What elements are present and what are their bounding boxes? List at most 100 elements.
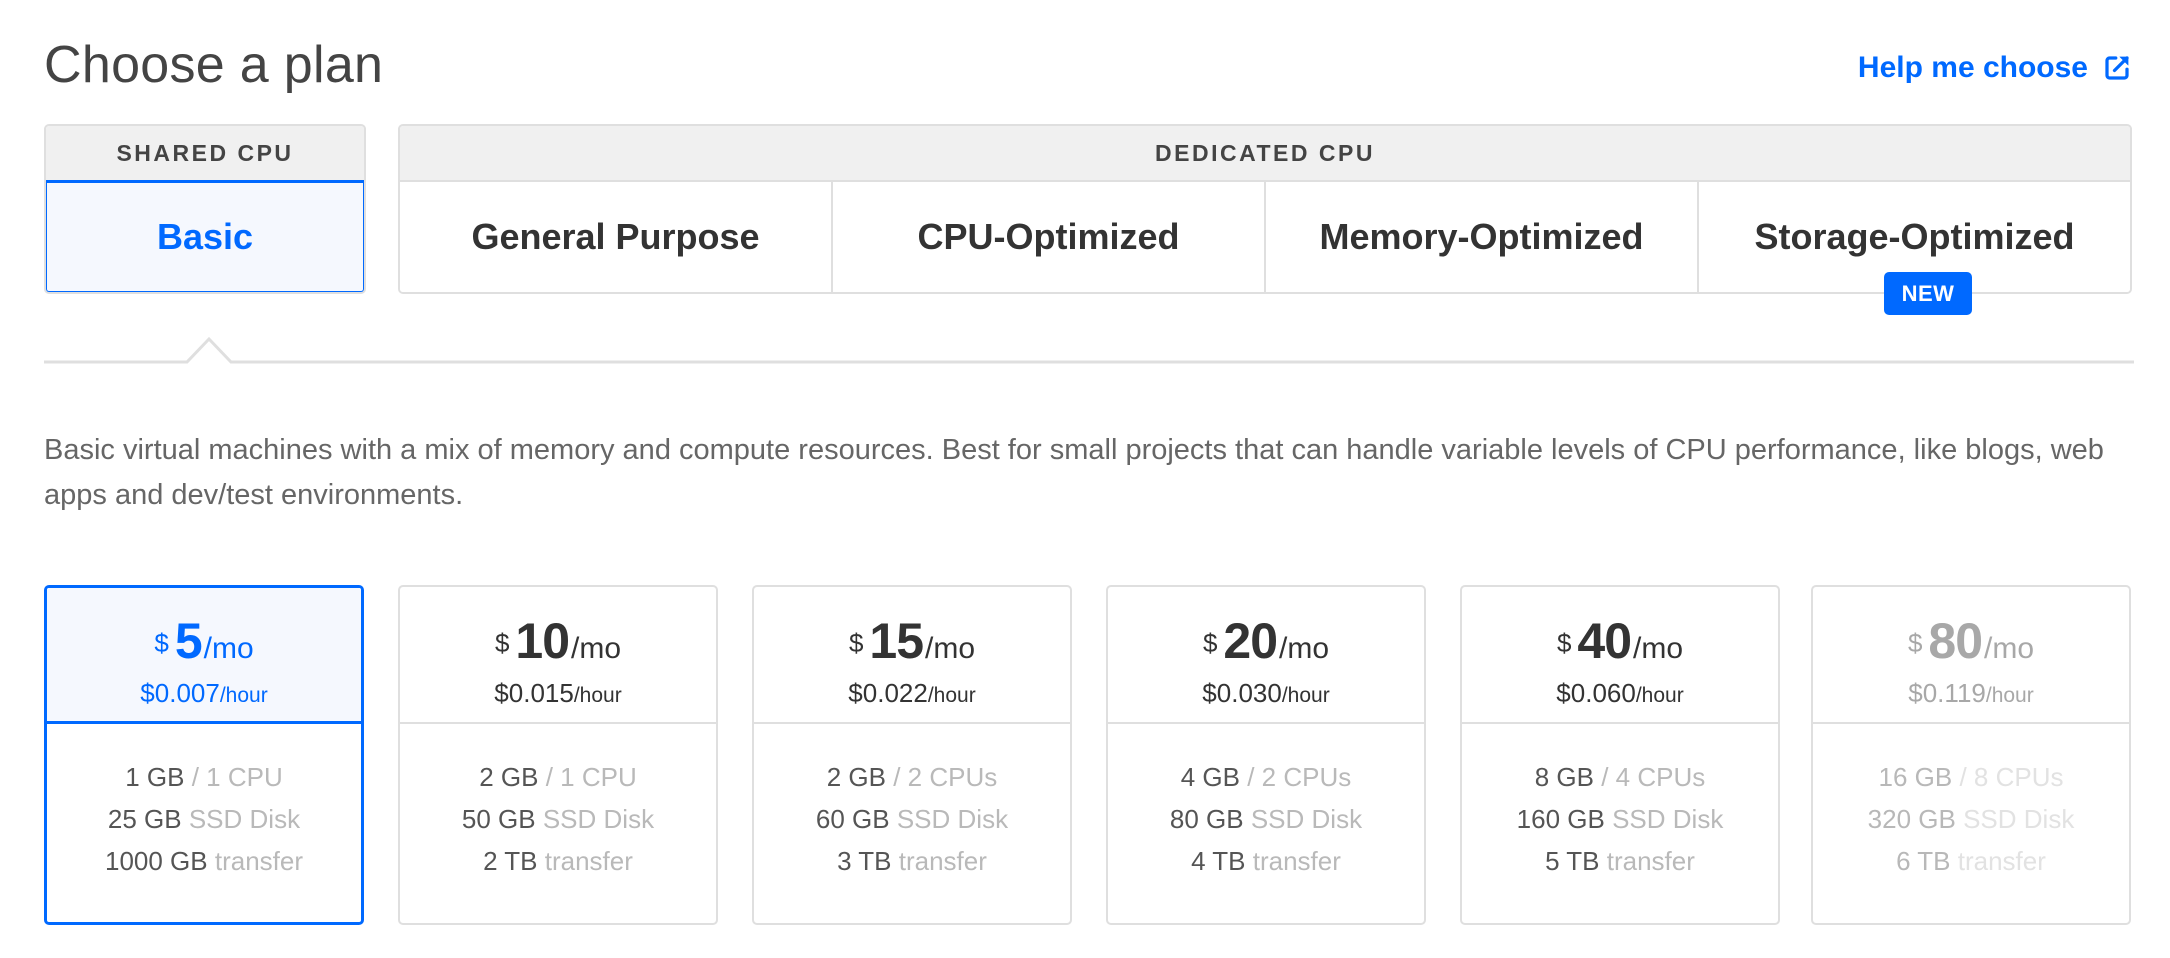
spec-memory-cpu: 4 GB / 2 CPUs bbox=[1181, 756, 1352, 798]
disk-value: 50 GB bbox=[461, 804, 536, 834]
plan-card[interactable]: $ 10 /mo $0.015/hour 2 GB / 1 CPU 50 GB … bbox=[398, 585, 718, 925]
hourly-price: $0.030/hour bbox=[1202, 677, 1329, 712]
cpu-value: / 2 CPUs bbox=[893, 762, 998, 792]
per-hour: /hour bbox=[1635, 684, 1684, 707]
dedicated-cpu-group: DEDICATED CPU General Purpose CPU-Optimi… bbox=[398, 124, 2132, 294]
per-month: /mo bbox=[203, 632, 254, 665]
transfer-value: 1000 GB bbox=[104, 846, 208, 876]
monthly-amount: 80 bbox=[1928, 613, 1983, 669]
price-area: $ 80 /mo $0.119/hour bbox=[1813, 587, 2129, 724]
plan-card[interactable]: $ 15 /mo $0.022/hour 2 GB / 2 CPUs 60 GB… bbox=[752, 585, 1072, 925]
hourly-amount: $0.022 bbox=[848, 678, 928, 708]
monthly-amount: 40 bbox=[1577, 613, 1632, 669]
transfer-label: transfer bbox=[1957, 846, 2046, 876]
spec-memory-cpu: 1 GB / 1 CPU bbox=[125, 756, 283, 798]
plan-specs: 4 GB / 2 CPUs 80 GB SSD Disk 4 TB transf… bbox=[1108, 724, 1424, 882]
plan-card[interactable]: $ 5 /mo $0.007/hour 1 GB / 1 CPU 25 GB S… bbox=[44, 585, 364, 925]
monthly-amount: 15 bbox=[869, 613, 924, 669]
transfer-label: transfer bbox=[898, 846, 987, 876]
tab-label: CPU-Optimized bbox=[917, 216, 1180, 257]
plan-description: Basic virtual machines with a mix of mem… bbox=[44, 434, 2104, 511]
transfer-value: 4 TB bbox=[1191, 846, 1246, 876]
per-month: /mo bbox=[925, 632, 976, 665]
external-link-icon bbox=[2102, 53, 2132, 83]
disk-label: SSD Disk bbox=[1963, 804, 2075, 834]
spec-disk: 25 GB SSD Disk bbox=[108, 798, 300, 840]
plan-card[interactable]: $ 80 /mo $0.119/hour 16 GB / 8 CPUs 320 … bbox=[1811, 585, 2131, 925]
disk-value: 160 GB bbox=[1516, 804, 1605, 834]
help-me-choose-link[interactable]: Help me choose bbox=[1858, 48, 2132, 88]
disk-value: 80 GB bbox=[1169, 804, 1244, 834]
price-area: $ 10 /mo $0.015/hour bbox=[400, 587, 716, 724]
currency-symbol: $ bbox=[1907, 628, 1923, 658]
tab-general-purpose[interactable]: General Purpose bbox=[400, 182, 833, 292]
transfer-label: transfer bbox=[214, 846, 304, 876]
transfer-label: transfer bbox=[1606, 846, 1695, 876]
tab-label: Storage-Optimized bbox=[1754, 216, 2075, 257]
spec-disk: 50 GB SSD Disk bbox=[462, 798, 654, 840]
hourly-amount: $0.007 bbox=[140, 678, 220, 708]
help-link-label: Help me choose bbox=[1857, 51, 2088, 84]
monthly-price: $ 80 /mo bbox=[1908, 615, 2034, 675]
plan-specs: 1 GB / 1 CPU 25 GB SSD Disk 1000 GB tran… bbox=[47, 724, 361, 882]
cpu-value: / 2 CPUs bbox=[1247, 762, 1352, 792]
cpu-value: / 1 CPU bbox=[545, 762, 637, 792]
monthly-amount: 10 bbox=[515, 613, 570, 669]
shared-cpu-header: SHARED CPU bbox=[46, 126, 364, 182]
tab-indicator-divider bbox=[44, 336, 2134, 364]
shared-cpu-group: SHARED CPU Basic bbox=[44, 124, 366, 294]
tab-cpu-optimized[interactable]: CPU-Optimized bbox=[833, 182, 1266, 292]
disk-label: SSD Disk bbox=[1250, 804, 1363, 834]
memory-value: 2 GB bbox=[826, 762, 886, 792]
memory-value: 2 GB bbox=[479, 762, 539, 792]
plan-specs: 16 GB / 8 CPUs 320 GB SSD Disk 6 TB tran… bbox=[1813, 724, 2129, 882]
plan-specs: 2 GB / 1 CPU 50 GB SSD Disk 2 TB transfe… bbox=[400, 724, 716, 882]
hourly-amount: $0.119 bbox=[1908, 678, 1986, 708]
monthly-price: $ 20 /mo bbox=[1203, 615, 1329, 675]
price-area: $ 5 /mo $0.007/hour bbox=[47, 588, 361, 724]
tab-label: Basic bbox=[156, 216, 254, 257]
transfer-value: 5 TB bbox=[1545, 846, 1600, 876]
transfer-value: 3 TB bbox=[837, 846, 892, 876]
plan-card[interactable]: $ 40 /mo $0.060/hour 8 GB / 4 CPUs 160 G… bbox=[1460, 585, 1780, 925]
monthly-amount: 5 bbox=[174, 613, 203, 669]
plan-card[interactable]: $ 20 /mo $0.030/hour 4 GB / 2 CPUs 80 GB… bbox=[1106, 585, 1426, 925]
disk-label: SSD Disk bbox=[542, 804, 655, 834]
disk-label: SSD Disk bbox=[1612, 804, 1724, 834]
hourly-amount: $0.030 bbox=[1202, 678, 1282, 708]
spec-transfer: 1000 GB transfer bbox=[105, 840, 303, 882]
tab-basic[interactable]: Basic bbox=[46, 180, 364, 292]
monthly-price: $ 5 /mo bbox=[154, 615, 253, 675]
caret-indicator bbox=[44, 336, 2134, 364]
disk-value: 25 GB bbox=[107, 804, 182, 834]
memory-value: 8 GB bbox=[1534, 762, 1594, 792]
plan-specs: 2 GB / 2 CPUs 60 GB SSD Disk 3 TB transf… bbox=[754, 724, 1070, 882]
currency-symbol: $ bbox=[1202, 628, 1218, 658]
monthly-amount: 20 bbox=[1223, 613, 1278, 669]
cpu-value: / 1 CPU bbox=[191, 762, 283, 792]
per-month: /mo bbox=[571, 632, 622, 665]
spec-transfer: 4 TB transfer bbox=[1191, 840, 1341, 882]
transfer-value: 2 TB bbox=[483, 846, 538, 876]
currency-symbol: $ bbox=[848, 628, 864, 658]
hourly-price: $0.119/hour bbox=[1908, 677, 2033, 712]
currency-symbol: $ bbox=[1556, 628, 1572, 658]
tab-memory-optimized[interactable]: Memory-Optimized bbox=[1266, 182, 1699, 292]
per-month: /mo bbox=[1984, 632, 2035, 665]
spec-disk: 80 GB SSD Disk bbox=[1170, 798, 1362, 840]
cpu-value: / 8 CPUs bbox=[1959, 762, 2064, 792]
per-month: /mo bbox=[1279, 632, 1330, 665]
per-month: /mo bbox=[1633, 632, 1684, 665]
monthly-price: $ 10 /mo bbox=[495, 615, 621, 675]
price-area: $ 20 /mo $0.030/hour bbox=[1108, 587, 1424, 724]
spec-transfer: 2 TB transfer bbox=[483, 840, 633, 882]
spec-disk: 320 GB SSD Disk bbox=[1868, 798, 2075, 840]
per-hour: /hour bbox=[1985, 684, 2034, 707]
currency-symbol: $ bbox=[154, 628, 169, 658]
spec-memory-cpu: 2 GB / 2 CPUs bbox=[827, 756, 998, 798]
disk-label: SSD Disk bbox=[896, 804, 1009, 834]
spec-memory-cpu: 8 GB / 4 CPUs bbox=[1535, 756, 1706, 798]
plan-specs: 8 GB / 4 CPUs 160 GB SSD Disk 5 TB trans… bbox=[1462, 724, 1778, 882]
spec-transfer: 3 TB transfer bbox=[837, 840, 987, 882]
per-hour: /hour bbox=[219, 684, 268, 707]
